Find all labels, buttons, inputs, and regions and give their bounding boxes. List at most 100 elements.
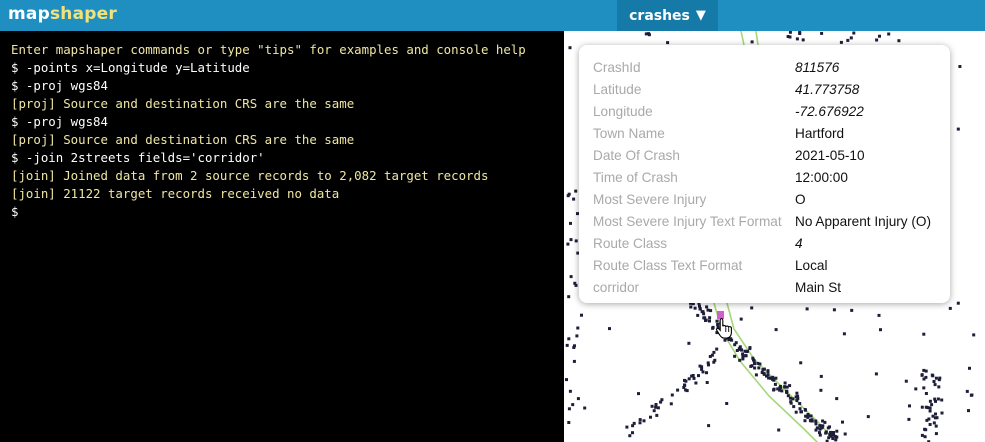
crash-point[interactable] — [818, 431, 821, 435]
crash-point[interactable] — [805, 307, 809, 311]
crash-point[interactable] — [968, 366, 971, 370]
crash-point[interactable] — [814, 419, 818, 423]
crash-point[interactable] — [821, 419, 825, 423]
crash-point[interactable] — [874, 372, 878, 376]
crash-point[interactable] — [850, 308, 854, 312]
crash-point[interactable] — [566, 194, 570, 198]
crash-point[interactable] — [924, 375, 928, 379]
crash-point[interactable] — [835, 435, 839, 439]
crash-point[interactable] — [608, 327, 611, 331]
crash-point[interactable] — [778, 386, 782, 390]
crash-point[interactable] — [791, 397, 795, 401]
crash-point[interactable] — [829, 431, 833, 435]
crash-point[interactable] — [572, 359, 576, 363]
crash-point[interactable] — [969, 393, 973, 397]
crash-point[interactable] — [567, 421, 571, 424]
crash-point[interactable] — [656, 406, 660, 410]
crash-point[interactable] — [800, 410, 803, 414]
crash-point[interactable] — [835, 429, 839, 433]
crash-point[interactable] — [842, 332, 846, 336]
crash-point[interactable] — [788, 31, 792, 34]
crash-point[interactable] — [649, 415, 652, 419]
crash-point[interactable] — [739, 317, 743, 321]
crash-point[interactable] — [701, 310, 705, 314]
crash-point[interactable] — [572, 197, 576, 201]
crash-point[interactable] — [725, 402, 729, 405]
crash-point[interactable] — [940, 398, 944, 402]
crash-point[interactable] — [687, 377, 691, 381]
crash-point[interactable] — [703, 316, 707, 320]
crash-point[interactable] — [757, 366, 761, 370]
crash-point[interactable] — [753, 366, 757, 370]
crash-point[interactable] — [922, 368, 926, 372]
crash-point[interactable] — [569, 221, 572, 225]
crash-point[interactable] — [824, 431, 828, 435]
crash-point[interactable] — [574, 239, 578, 243]
crash-point[interactable] — [574, 189, 578, 193]
crash-point[interactable] — [799, 361, 803, 365]
crash-point[interactable] — [650, 404, 654, 408]
crash-point[interactable] — [897, 39, 901, 43]
crash-point[interactable] — [934, 376, 938, 380]
crash-point[interactable] — [930, 373, 934, 377]
crash-point[interactable] — [571, 403, 575, 407]
crash-point[interactable] — [684, 379, 688, 383]
crash-point[interactable] — [920, 373, 924, 377]
crash-point[interactable] — [769, 376, 773, 380]
crash-point[interactable] — [925, 418, 929, 422]
crash-point[interactable] — [809, 414, 813, 418]
crash-point[interactable] — [568, 389, 572, 393]
crash-point[interactable] — [887, 32, 891, 36]
crash-point[interactable] — [565, 378, 568, 382]
crash-point[interactable] — [712, 350, 716, 354]
crash-point[interactable] — [795, 37, 799, 41]
crash-point[interactable] — [652, 409, 656, 413]
crash-point[interactable] — [705, 305, 709, 309]
crash-point[interactable] — [786, 35, 790, 38]
crash-point[interactable] — [689, 305, 693, 309]
crash-point[interactable] — [698, 364, 702, 368]
crash-point[interactable] — [924, 392, 928, 395]
crash-point[interactable] — [745, 350, 749, 354]
crash-point[interactable] — [576, 326, 580, 330]
crash-point[interactable] — [801, 38, 805, 42]
crash-point[interactable] — [762, 371, 766, 375]
crash-point[interactable] — [820, 31, 824, 35]
crash-point[interactable] — [705, 381, 709, 384]
crash-point[interactable] — [839, 40, 843, 44]
crash-point[interactable] — [774, 328, 778, 332]
crash-point[interactable] — [937, 385, 941, 389]
crash-point[interactable] — [573, 344, 576, 348]
layer-menu-button[interactable]: crashes ▼ — [617, 0, 718, 31]
crash-point[interactable] — [934, 432, 938, 436]
crash-point[interactable] — [631, 431, 634, 435]
crash-point[interactable] — [690, 374, 694, 378]
crash-point[interactable] — [930, 403, 934, 407]
crash-point[interactable] — [738, 347, 742, 351]
crash-point[interactable] — [669, 402, 673, 406]
crash-point[interactable] — [908, 404, 911, 408]
crash-point[interactable] — [934, 399, 937, 403]
crash-point[interactable] — [818, 424, 822, 428]
crash-point[interactable] — [565, 343, 569, 347]
crash-point[interactable] — [907, 417, 911, 421]
crash-point[interactable] — [866, 415, 870, 419]
crash-point[interactable] — [569, 238, 573, 242]
crash-point[interactable] — [748, 346, 752, 350]
crash-point[interactable] — [628, 434, 632, 438]
crash-point[interactable] — [831, 437, 835, 440]
crash-point[interactable] — [706, 361, 710, 365]
crash-point[interactable] — [647, 33, 651, 37]
crash-point[interactable] — [972, 333, 976, 337]
crash-point[interactable] — [625, 425, 629, 429]
crash-point[interactable] — [933, 383, 937, 387]
crash-point[interactable] — [734, 341, 738, 345]
crash-point[interactable] — [576, 397, 580, 401]
crash-point[interactable] — [794, 410, 798, 414]
crash-point[interactable] — [567, 295, 571, 299]
crash-point[interactable] — [922, 386, 926, 390]
crash-point[interactable] — [750, 40, 754, 44]
crash-point[interactable] — [934, 424, 938, 428]
crash-point[interactable] — [922, 332, 926, 336]
crash-point[interactable] — [832, 308, 836, 312]
